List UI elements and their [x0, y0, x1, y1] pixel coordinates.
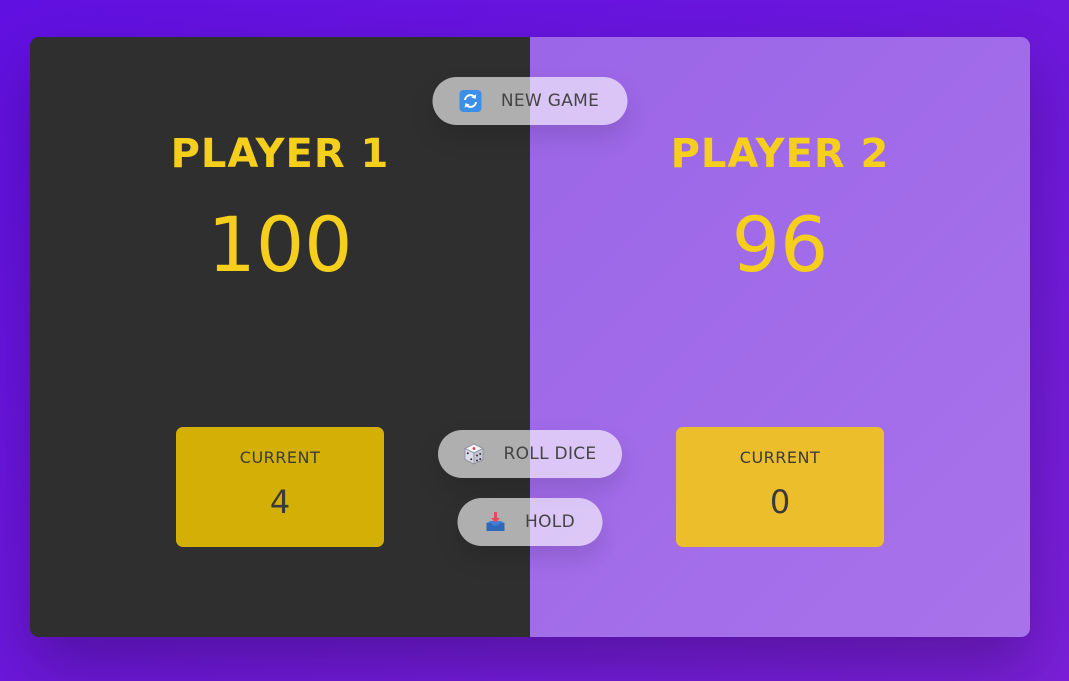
player-1-current-box: CURRENT 4: [176, 427, 384, 547]
new-game-button[interactable]: NEW GAME: [432, 77, 628, 125]
refresh-icon: [459, 89, 483, 113]
player-1-panel: PLAYER 1 100 CURRENT 4: [30, 37, 530, 637]
new-game-label: NEW GAME: [500, 91, 600, 111]
player-2-name: PLAYER 2: [670, 131, 890, 177]
roll-dice-button[interactable]: ROLL DICE: [438, 430, 622, 478]
player-1-name: PLAYER 1: [170, 131, 390, 177]
player-2-panel: PLAYER 2 96 CURRENT 0: [530, 37, 1030, 637]
player-2-current-score: 0: [769, 483, 791, 521]
player-1-current-label: CURRENT: [239, 448, 321, 467]
hold-button[interactable]: HOLD: [457, 498, 603, 546]
player-2-current-label: CURRENT: [739, 448, 821, 467]
roll-dice-label: ROLL DICE: [503, 444, 597, 464]
inbox-tray-icon: [483, 510, 507, 534]
player-1-current-score: 4: [269, 483, 291, 521]
player-1-score: 100: [207, 200, 353, 289]
player-2-current-box: CURRENT 0: [676, 427, 884, 547]
hold-label: HOLD: [525, 512, 575, 532]
dice-icon: [462, 442, 486, 466]
player-2-score: 96: [731, 200, 829, 289]
game-board: PLAYER 1 100 CURRENT 4 PLAYER 2 96 CURRE…: [30, 37, 1030, 637]
